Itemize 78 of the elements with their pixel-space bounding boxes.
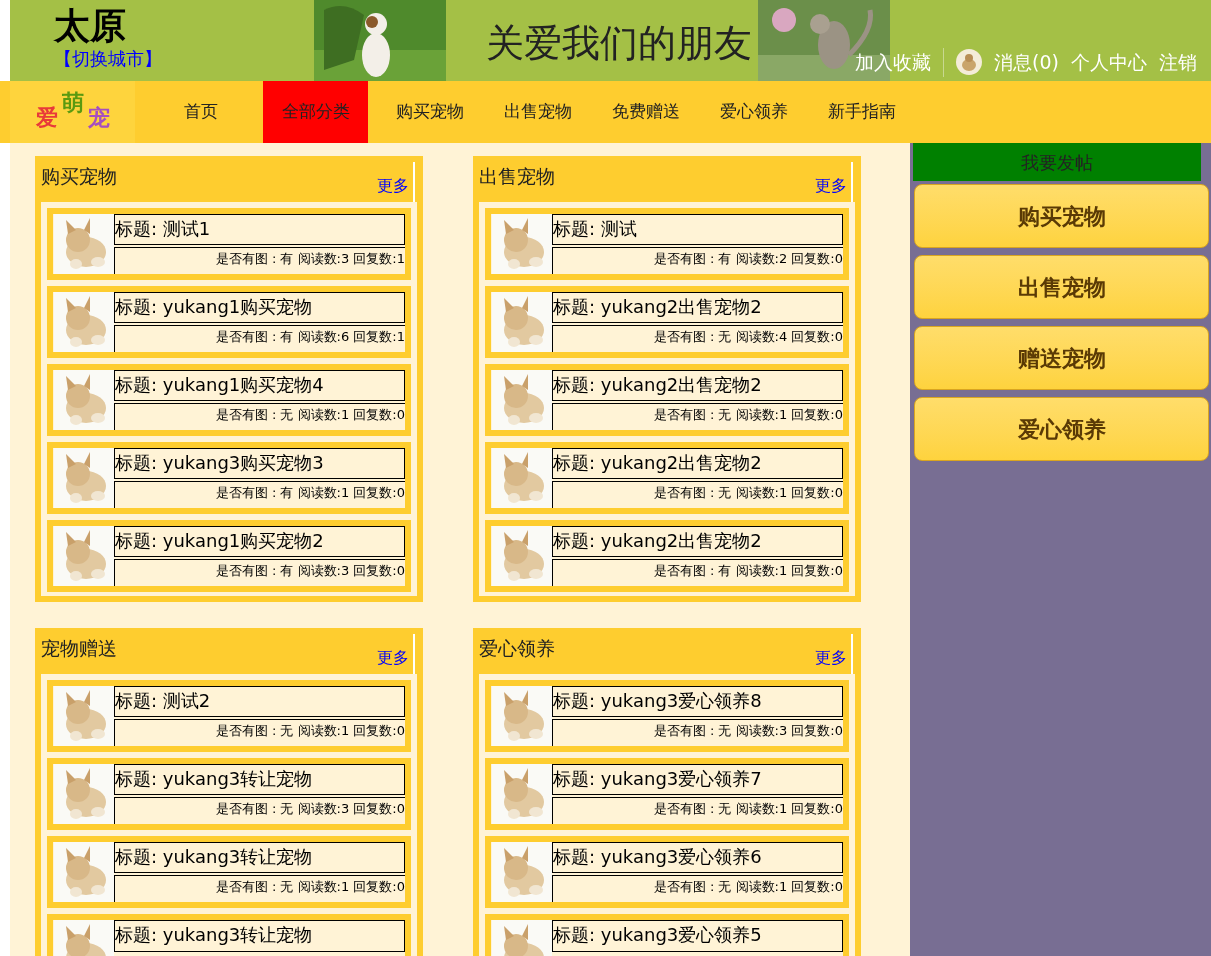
- post-title[interactable]: 标题: yukang1购买宠物2: [114, 526, 405, 557]
- category-button[interactable]: 赠送宠物: [914, 326, 1209, 390]
- section-title: 出售宠物: [479, 164, 555, 189]
- post-info: 是否有图 : 无 阅读数:3 回复数:0: [552, 718, 843, 746]
- post-info: 是否有图 : 有 阅读数:6 回复数:1: [114, 324, 405, 352]
- post-card[interactable]: 标题: yukang1购买宠物4 是否有图 : 无 阅读数:1 回复数:0: [47, 364, 411, 436]
- post-info: 是否有图 : 有 阅读数:1 回复数:0: [552, 558, 843, 586]
- post-card[interactable]: 标题: 测试1 是否有图 : 有 阅读数:3 回复数:1: [47, 208, 411, 280]
- post-card[interactable]: 标题: yukang3爱心领养5: [485, 914, 849, 956]
- post-card[interactable]: 标题: 测试2 是否有图 : 无 阅读数:1 回复数:0: [47, 680, 411, 752]
- post-card[interactable]: 标题: yukang3爱心领养6 是否有图 : 无 阅读数:1 回复数:0: [485, 836, 849, 908]
- post-title[interactable]: 标题: yukang3爱心领养5: [552, 920, 843, 952]
- post-title[interactable]: 标题: 测试1: [114, 214, 405, 245]
- post-title[interactable]: 标题: yukang1购买宠物: [114, 292, 405, 323]
- post-title[interactable]: 标题: yukang2出售宠物2: [552, 292, 843, 323]
- post-card[interactable]: 标题: yukang3爱心领养8 是否有图 : 无 阅读数:3 回复数:0: [485, 680, 849, 752]
- post-info: 是否有图 : 无 阅读数:1 回复数:0: [552, 874, 843, 902]
- section-title: 爱心领养: [479, 636, 555, 661]
- post-card[interactable]: 标题: yukang3爱心领养7 是否有图 : 无 阅读数:1 回复数:0: [485, 758, 849, 830]
- post-title[interactable]: 标题: yukang3爱心领养6: [552, 842, 843, 873]
- city-name: 太原: [54, 4, 127, 48]
- logo-character: 爱: [35, 103, 58, 132]
- switch-city-link[interactable]: 【切换城市】: [54, 48, 162, 70]
- logo-character: 宠: [87, 103, 110, 132]
- post-card[interactable]: 标题: yukang1购买宠物 是否有图 : 有 阅读数:6 回复数:1: [47, 286, 411, 358]
- nav-tab[interactable]: 首页: [147, 81, 255, 143]
- avatar-icon: [956, 49, 983, 76]
- category-button[interactable]: 出售宠物: [914, 255, 1209, 319]
- post-title[interactable]: 标题: yukang2出售宠物2: [552, 448, 843, 479]
- more-link[interactable]: 更多: [377, 174, 409, 198]
- nav-tab[interactable]: 出售宠物: [484, 81, 592, 143]
- post-info: 是否有图 : 无 阅读数:1 回复数:0: [114, 874, 405, 902]
- nav-tab[interactable]: 全部分类: [263, 81, 368, 143]
- more-link[interactable]: 更多: [815, 646, 847, 670]
- post-card[interactable]: 标题: yukang2出售宠物2 是否有图 : 无 阅读数:4 回复数:0: [485, 286, 849, 358]
- post-card[interactable]: 标题: yukang2出售宠物2 是否有图 : 无 阅读数:1 回复数:0: [485, 442, 849, 514]
- post-title[interactable]: 标题: yukang3转让宠物: [114, 920, 405, 952]
- post-info: 是否有图 : 无 阅读数:3 回复数:0: [114, 796, 405, 824]
- post-title[interactable]: 标题: yukang1购买宠物4: [114, 370, 405, 401]
- post-title[interactable]: 标题: yukang3爱心领养8: [552, 686, 843, 717]
- post-info: 是否有图 : 有 阅读数:3 回复数:0: [114, 558, 405, 586]
- post-card[interactable]: 标题: yukang3转让宠物: [47, 914, 411, 956]
- post-card[interactable]: 标题: yukang3购买宠物3 是否有图 : 有 阅读数:1 回复数:0: [47, 442, 411, 514]
- post-title[interactable]: 标题: yukang3转让宠物: [114, 764, 405, 795]
- section-title: 购买宠物: [41, 164, 117, 189]
- post-card[interactable]: 标题: 测试 是否有图 : 有 阅读数:2 回复数:0: [485, 208, 849, 280]
- post-info: 是否有图 : 有 阅读数:1 回复数:0: [114, 480, 405, 508]
- category-button[interactable]: 爱心领养: [914, 397, 1209, 461]
- nav-tab[interactable]: 新手指南: [808, 81, 916, 143]
- post-title[interactable]: 标题: yukang2出售宠物2: [552, 370, 843, 401]
- post-card[interactable]: 标题: yukang3转让宠物 是否有图 : 无 阅读数:3 回复数:0: [47, 758, 411, 830]
- section-title: 宠物赠送: [41, 636, 117, 661]
- post-card[interactable]: 标题: yukang2出售宠物2 是否有图 : 无 阅读数:1 回复数:0: [485, 364, 849, 436]
- category-button[interactable]: 购买宠物: [914, 184, 1209, 248]
- post-title[interactable]: 标题: yukang3购买宠物3: [114, 448, 405, 479]
- post-info: 是否有图 : 无 阅读数:1 回复数:0: [552, 796, 843, 824]
- nav-tab[interactable]: 购买宠物: [376, 81, 484, 143]
- more-link[interactable]: 更多: [377, 646, 409, 670]
- logo-character: 萌: [61, 88, 84, 117]
- more-link[interactable]: 更多: [815, 174, 847, 198]
- banner-slogan: 关爱我们的朋友: [486, 20, 752, 66]
- post-info: 是否有图 : 有 阅读数:3 回复数:1: [114, 246, 405, 274]
- post-title[interactable]: 标题: yukang3爱心领养7: [552, 764, 843, 795]
- post-title[interactable]: 标题: yukang2出售宠物2: [552, 526, 843, 557]
- post-info: 是否有图 : 无 阅读数:1 回复数:0: [114, 718, 405, 746]
- post-info: 是否有图 : 有 阅读数:2 回复数:0: [552, 246, 843, 274]
- post-info: 是否有图 : 无 阅读数:1 回复数:0: [114, 402, 405, 430]
- post-title[interactable]: 标题: 测试2: [114, 686, 405, 717]
- post-info: 是否有图 : 无 阅读数:1 回复数:0: [552, 402, 843, 430]
- post-title[interactable]: 标题: 测试: [552, 214, 843, 245]
- nav-tab[interactable]: 免费赠送: [592, 81, 700, 143]
- post-card[interactable]: 标题: yukang3转让宠物 是否有图 : 无 阅读数:1 回复数:0: [47, 836, 411, 908]
- post-title[interactable]: 标题: yukang3转让宠物: [114, 842, 405, 873]
- post-info: 是否有图 : 无 阅读数:1 回复数:0: [552, 480, 843, 508]
- post-card[interactable]: 标题: yukang2出售宠物2 是否有图 : 有 阅读数:1 回复数:0: [485, 520, 849, 592]
- post-info: 是否有图 : 无 阅读数:4 回复数:0: [552, 324, 843, 352]
- post-card[interactable]: 标题: yukang1购买宠物2 是否有图 : 有 阅读数:3 回复数:0: [47, 520, 411, 592]
- nav-tab[interactable]: 爱心领养: [700, 81, 808, 143]
